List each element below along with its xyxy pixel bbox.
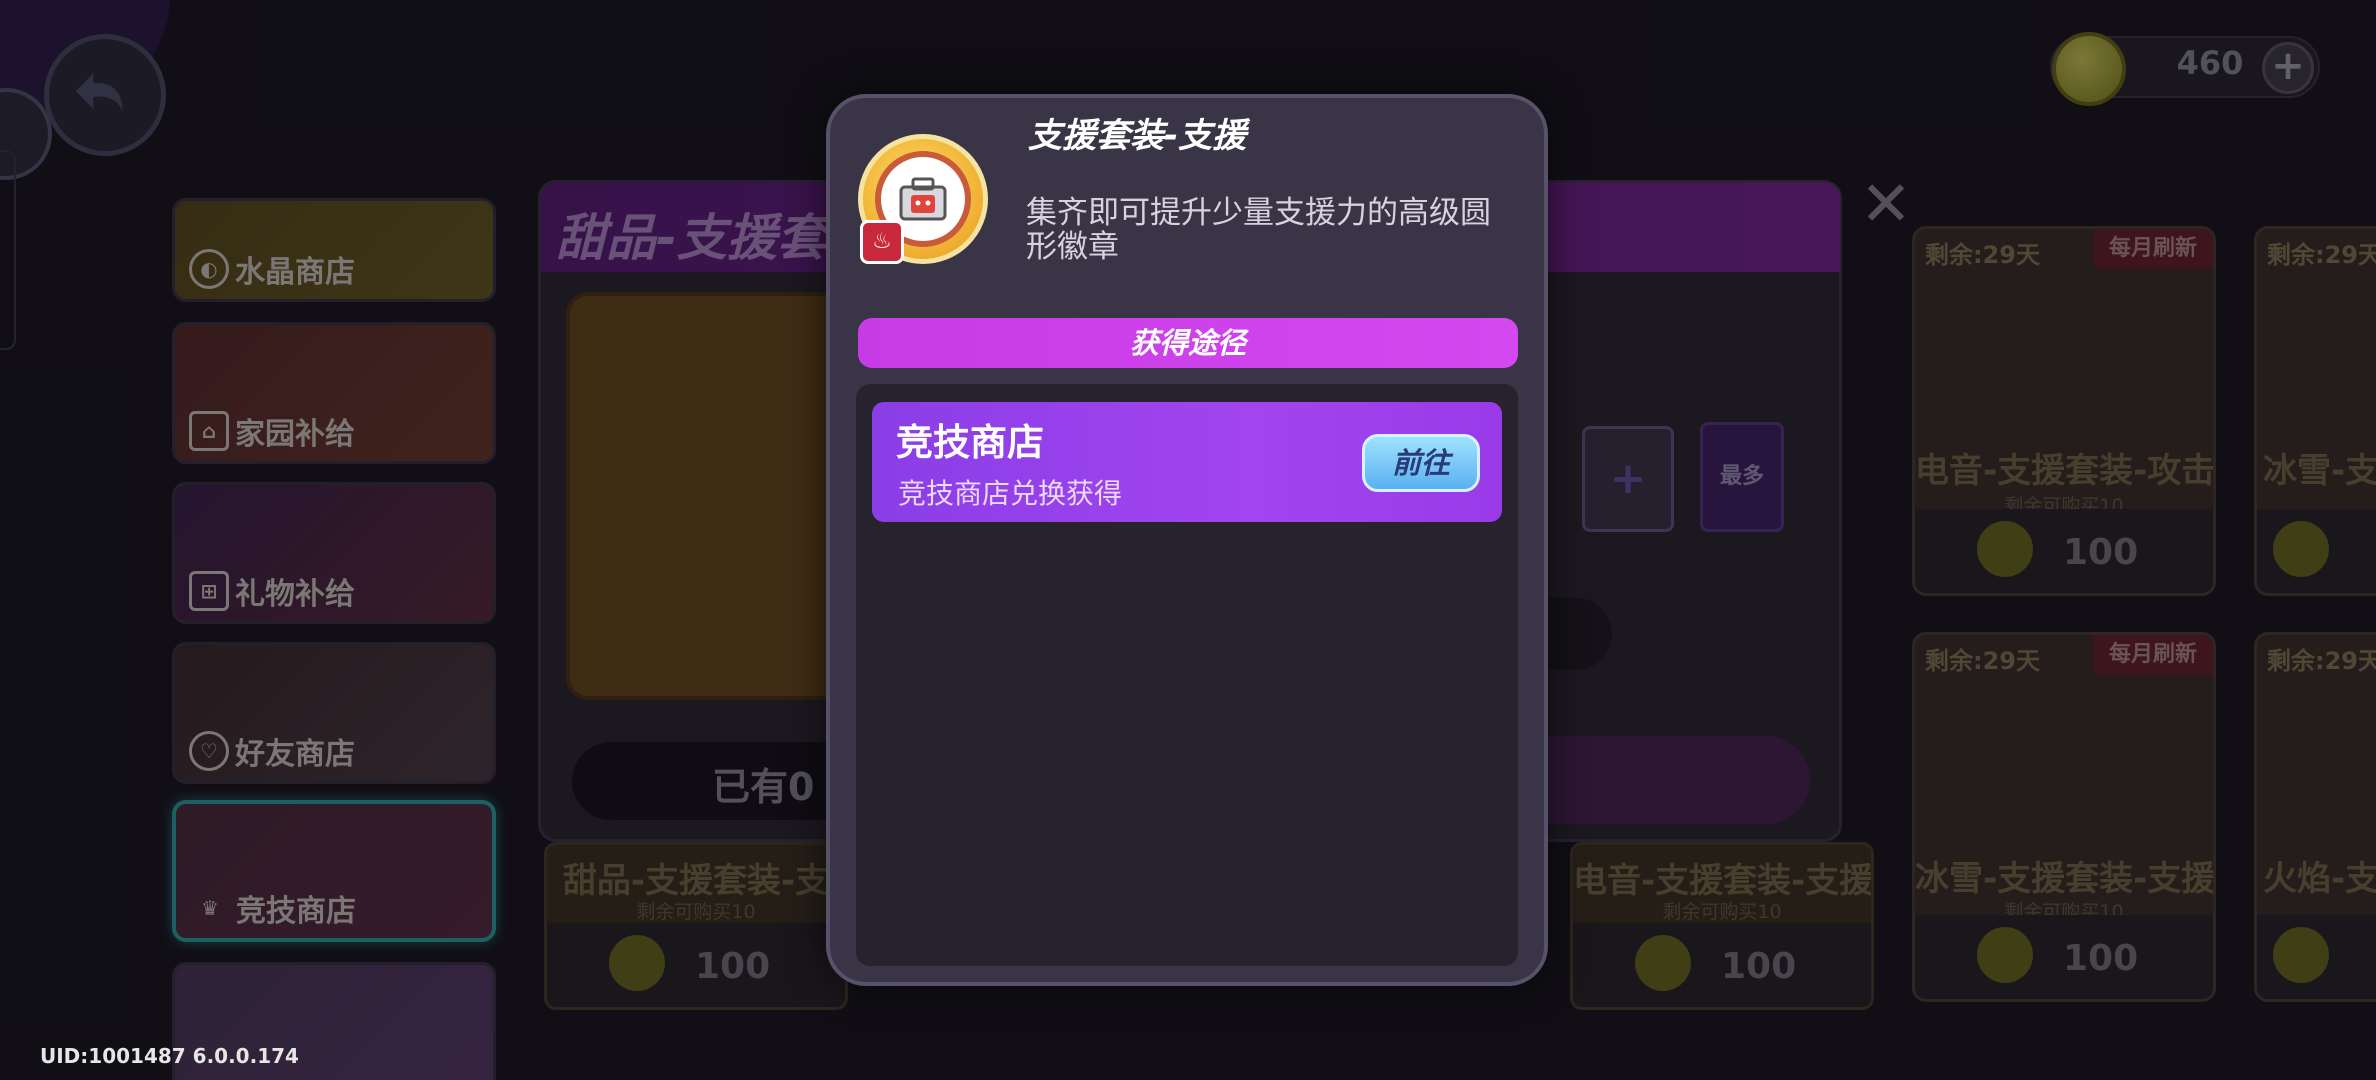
acquisition-header: 获得途径 (858, 318, 1518, 368)
modal-description: 集齐即可提升少量支援力的高级圆形徽章 (1026, 195, 1491, 265)
dessert-icon: ♨ (860, 220, 904, 264)
goto-button[interactable]: 前往 (1362, 434, 1480, 492)
modal-title: 支援套装-支援 (1028, 116, 1247, 156)
uid-label: UID:1001487 6.0.0.174 (40, 1044, 299, 1068)
source-subtitle: 竞技商店兑换获得 (898, 477, 1123, 510)
source-name: 竞技商店 (896, 421, 1044, 464)
